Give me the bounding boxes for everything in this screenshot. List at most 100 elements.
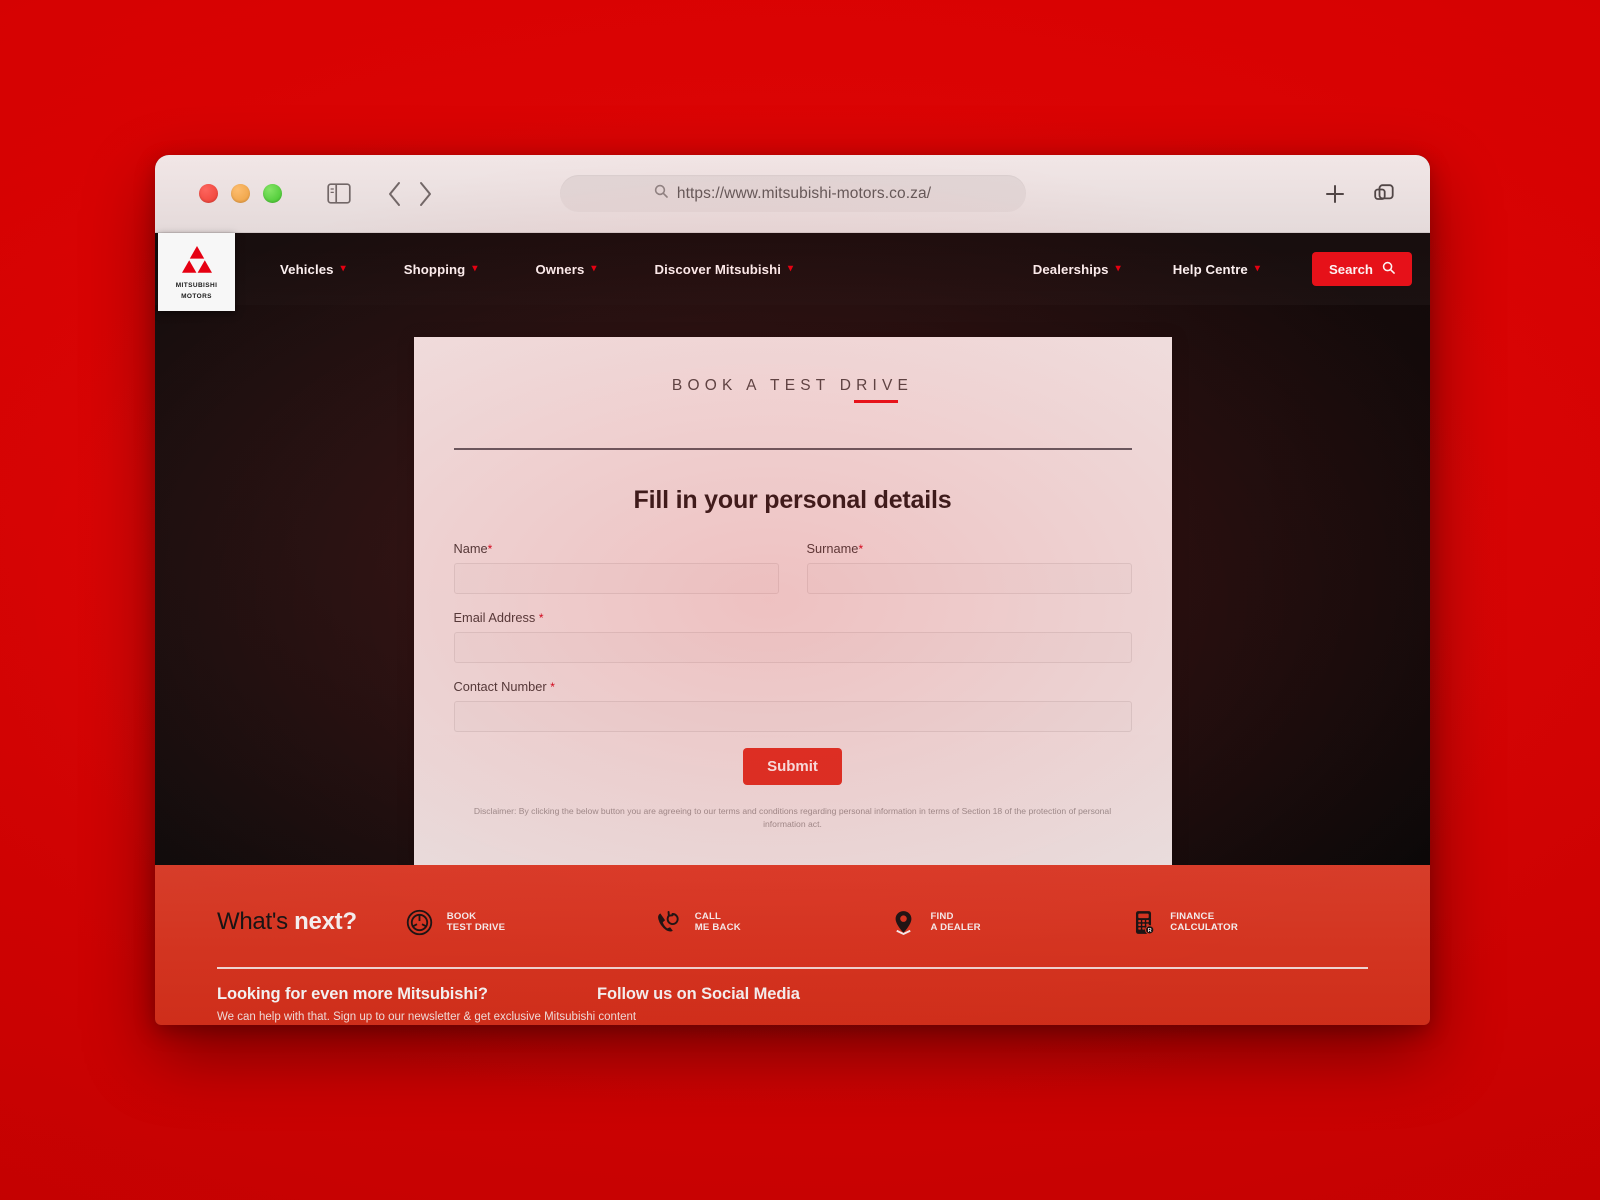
email-input[interactable]	[453, 631, 1132, 663]
contact-number-input[interactable]	[453, 700, 1132, 732]
quick-link-book-test-drive[interactable]: BOOK TEST DRIVE	[405, 907, 506, 937]
newsletter-section: Looking for even more Mitsubishi? We can…	[217, 985, 637, 1023]
logo-line-2: MOTORS	[181, 292, 212, 300]
social-heading: Follow us on Social Media	[597, 985, 800, 1003]
submit-row: Submit	[454, 747, 1132, 785]
maximize-window-button[interactable]	[263, 184, 282, 203]
page-title-text: BOOK A TEST DRIVE	[671, 377, 914, 394]
chevron-down-icon: ▾	[591, 263, 597, 274]
forward-button[interactable]	[418, 181, 433, 207]
chevron-down-icon: ▾	[1254, 263, 1260, 274]
personal-details-form: Name* Surname* Email Address * Contact N…	[453, 541, 1132, 831]
close-window-button[interactable]	[199, 184, 218, 203]
field-email-label: Email Address *	[454, 610, 1132, 625]
quick-link-finance-calculator[interactable]: R FINANCE CALCULATOR	[1128, 907, 1238, 937]
mitsubishi-logo[interactable]: MITSUBISHI MOTORS	[158, 233, 235, 311]
name-input[interactable]	[453, 562, 779, 594]
required-marker: *	[858, 541, 864, 556]
back-button[interactable]	[387, 181, 402, 207]
footer-bottom-row: Looking for even more Mitsubishi? We can…	[217, 969, 1368, 1023]
label-text: Name	[453, 540, 488, 556]
field-name-label: Name*	[454, 541, 779, 556]
quick-link-label: FINANCE CALCULATOR	[1170, 911, 1238, 934]
nav-item-dealerships[interactable]: Dealerships ▾	[1033, 262, 1121, 277]
quick-link-line-2: CALCULATOR	[1170, 922, 1238, 933]
nav-item-discover-mitsubishi[interactable]: Discover Mitsubishi ▾	[655, 262, 794, 277]
whats-next-light-text: What's	[217, 908, 295, 935]
phone-callback-icon	[653, 907, 683, 937]
field-contact-number-label: Contact Number *	[454, 679, 1132, 694]
required-marker: *	[550, 679, 555, 694]
label-text: Email Address	[453, 609, 536, 625]
toolbar-right-actions	[1324, 182, 1408, 206]
quick-link-label: FIND A DEALER	[930, 911, 980, 934]
minimize-window-button[interactable]	[231, 184, 250, 203]
label-text: Surname	[806, 540, 859, 556]
navigation-arrows	[387, 181, 433, 207]
nav-label: Owners	[535, 261, 585, 277]
quick-links: BOOK TEST DRIVE CALL ME BACK FIND A DEAL…	[405, 907, 1368, 937]
chevron-down-icon: ▾	[788, 263, 794, 274]
field-name: Name*	[453, 541, 779, 594]
form-heading: Fill in your personal details	[633, 485, 952, 514]
submit-button[interactable]: Submit	[743, 747, 842, 785]
surname-input[interactable]	[806, 562, 1132, 594]
nav-item-shopping[interactable]: Shopping ▾	[404, 262, 478, 277]
title-underline-accent	[853, 400, 898, 403]
field-surname-label: Surname*	[807, 541, 1132, 556]
quick-link-label: BOOK TEST DRIVE	[447, 911, 506, 934]
required-marker: *	[538, 610, 544, 625]
search-button-label: Search	[1329, 261, 1373, 277]
window-controls	[199, 184, 282, 203]
browser-toolbar: https://www.mitsubishi-motors.co.za/	[155, 155, 1430, 233]
copy-tabs-icon[interactable]	[1372, 182, 1396, 206]
search-icon	[654, 184, 668, 203]
social-section: Follow us on Social Media	[597, 985, 800, 1023]
nav-item-vehicles[interactable]: Vehicles ▾	[280, 262, 346, 277]
quick-link-line-2: A DEALER	[930, 922, 981, 933]
required-marker: *	[487, 541, 493, 556]
section-divider	[453, 447, 1132, 450]
page-content-area: BOOK A TEST DRIVE Fill in your personal …	[155, 305, 1430, 865]
quick-link-line-1: FINANCE	[1170, 910, 1215, 922]
nav-item-owners[interactable]: Owners ▾	[535, 262, 596, 277]
calculator-icon: R	[1128, 907, 1158, 937]
desktop-backdrop: https://www.mitsubishi-motors.co.za/ MIT…	[0, 0, 1600, 1200]
chevron-down-icon: ▾	[1115, 263, 1121, 274]
disclaimer-text: Disclaimer: By clicking the below button…	[473, 805, 1112, 829]
site-footer: What's next? BOOK TEST DRIVE CALL ME BAC…	[155, 865, 1430, 1025]
nav-label: Dealerships	[1032, 261, 1109, 277]
nav-item-help-centre[interactable]: Help Centre ▾	[1173, 262, 1260, 277]
plus-icon[interactable]	[1324, 183, 1346, 205]
newsletter-subtext: We can help with that. Sign up to our ne…	[217, 1011, 637, 1023]
logo-line-1: MITSUBISHI	[175, 281, 218, 289]
quick-link-label: CALL ME BACK	[695, 911, 741, 934]
label-text: Contact Number	[453, 678, 547, 694]
nav-label: Discover Mitsubishi	[654, 261, 782, 277]
secondary-nav-items: Dealerships ▾ Help Centre ▾ Search	[1033, 252, 1412, 286]
quick-link-call-me-back[interactable]: CALL ME BACK	[653, 907, 741, 937]
test-drive-form-card: BOOK A TEST DRIVE Fill in your personal …	[413, 337, 1172, 865]
field-contact-number: Contact Number *	[453, 679, 1132, 732]
chevron-down-icon: ▾	[472, 263, 478, 274]
whats-next-title: What's next?	[217, 908, 357, 936]
url-text: https://www.mitsubishi-motors.co.za/	[676, 184, 932, 202]
field-surname: Surname*	[806, 541, 1132, 594]
nav-label: Help Centre	[1172, 261, 1248, 277]
whats-next-section: What's next? BOOK TEST DRIVE CALL ME BAC…	[217, 865, 1368, 937]
quick-link-line-1: BOOK	[446, 910, 477, 922]
site-navigation-bar: MITSUBISHI MOTORS Vehicles ▾ Shopping ▾ …	[155, 233, 1430, 311]
quick-link-line-1: CALL	[694, 910, 722, 922]
quick-link-line-2: ME BACK	[694, 922, 741, 933]
steering-wheel-icon	[405, 907, 435, 937]
chevron-down-icon: ▾	[340, 263, 346, 274]
primary-nav-items: Vehicles ▾ Shopping ▾ Owners ▾ Discover …	[280, 262, 851, 277]
quick-link-find-a-dealer[interactable]: FIND A DEALER	[888, 907, 981, 937]
search-button[interactable]: Search	[1312, 252, 1412, 286]
quick-link-line-2: TEST DRIVE	[446, 922, 506, 933]
whats-next-bold-text: next?	[294, 908, 357, 935]
sidebar-toggle-icon[interactable]	[327, 183, 351, 204]
quick-link-line-1: FIND	[930, 910, 954, 922]
address-bar[interactable]: https://www.mitsubishi-motors.co.za/	[559, 175, 1026, 212]
browser-window: https://www.mitsubishi-motors.co.za/ MIT…	[155, 155, 1430, 1025]
